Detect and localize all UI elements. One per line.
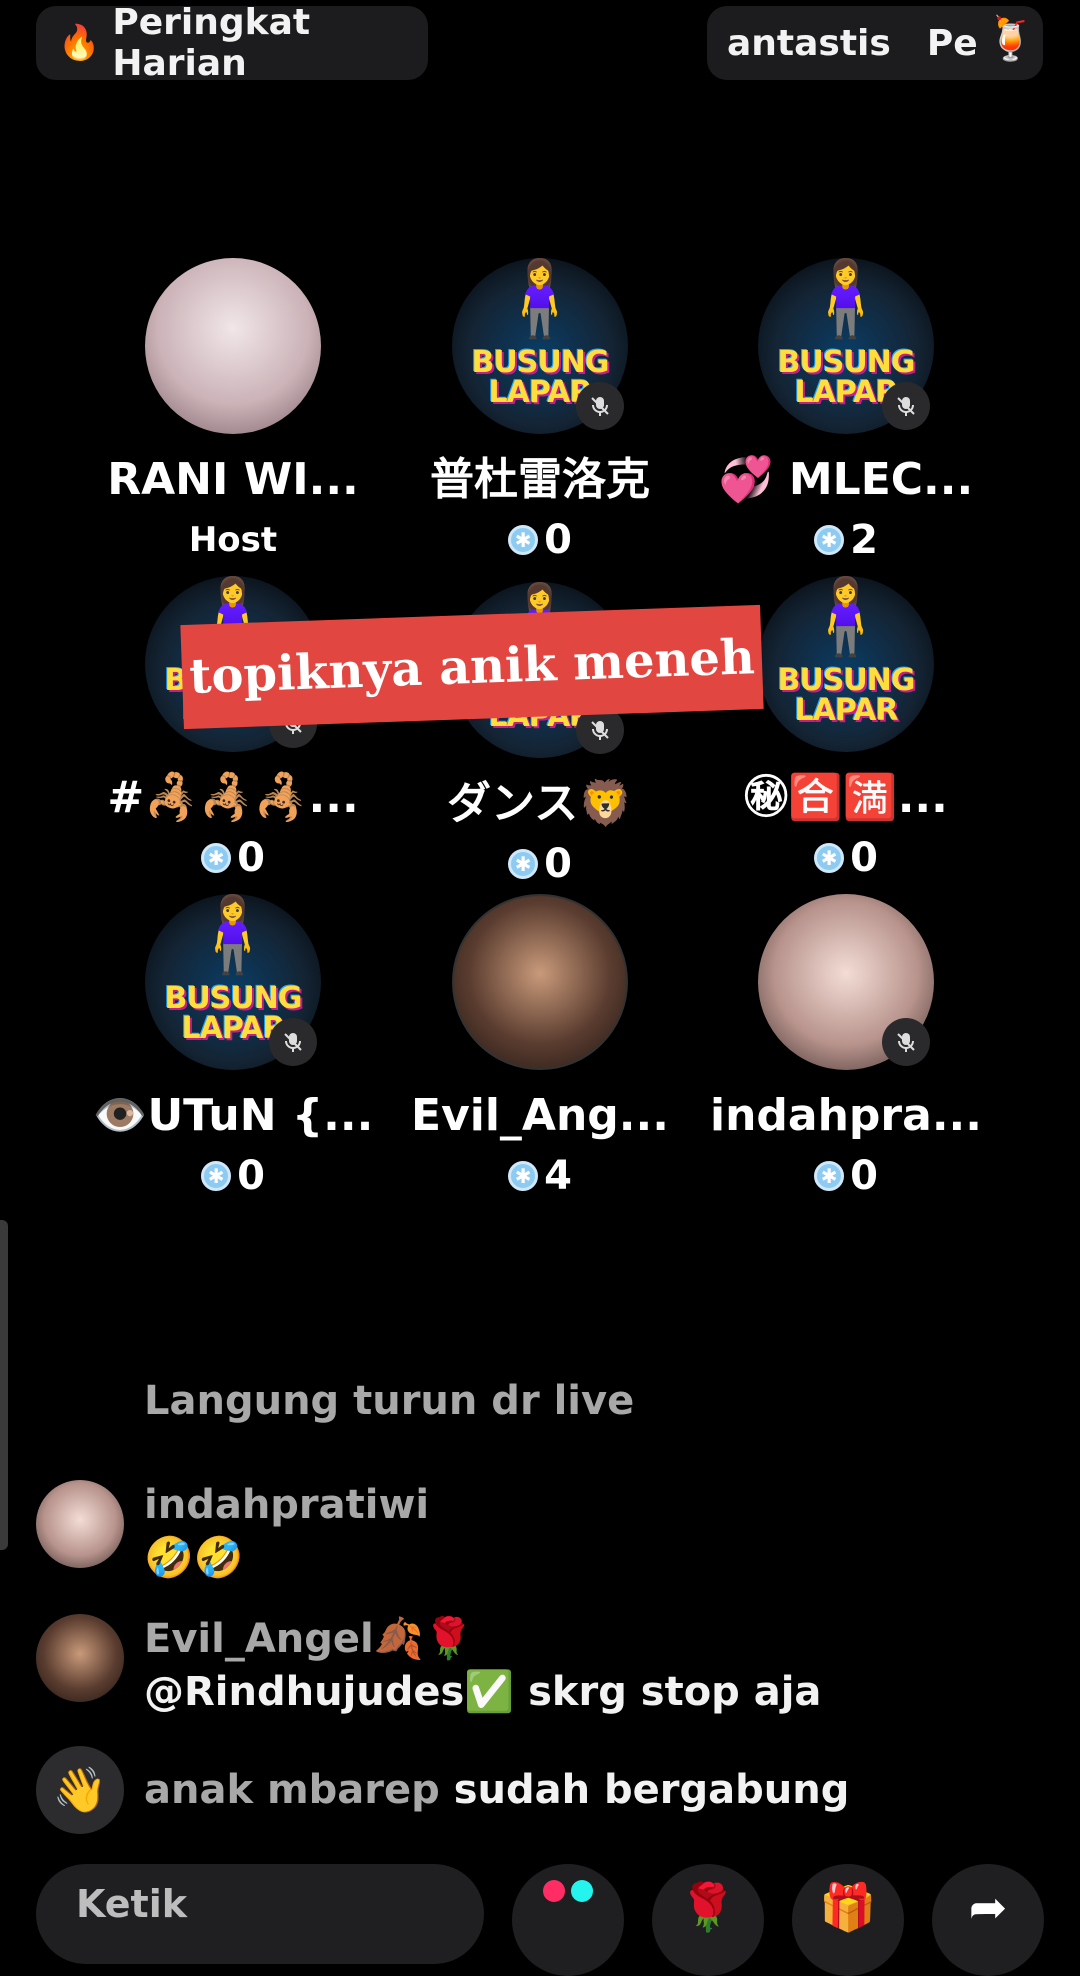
gift-count: ✱ 0 bbox=[686, 834, 1006, 882]
cartoon-girl-icon: 🧍‍♀️ bbox=[493, 256, 587, 342]
diamond-icon: ✱ bbox=[508, 849, 539, 879]
side-drawer-handle[interactable] bbox=[0, 1220, 8, 1550]
drink-icon: 🍹 bbox=[984, 14, 1037, 63]
cartoon-girl-icon: 🧍‍♀️ bbox=[186, 892, 280, 978]
chat-avatar[interactable] bbox=[36, 1480, 124, 1568]
cartoon-girl-icon: 🧍‍♀️ bbox=[799, 256, 893, 342]
join-username[interactable]: anak mbarep bbox=[144, 1767, 440, 1813]
share-button[interactable]: ➦ bbox=[932, 1864, 1044, 1976]
seat-name: indahpra... bbox=[710, 1090, 982, 1141]
seat-9[interactable]: indahpra... ✱ 0 bbox=[686, 894, 1006, 1200]
ticker-text-1: antastis bbox=[727, 22, 891, 64]
gift-icon: 🎁 bbox=[819, 1880, 877, 1934]
seat-host[interactable]: RANI WI... Host bbox=[73, 258, 393, 564]
diamond-icon: ✱ bbox=[814, 1161, 845, 1191]
seat-name: Evil_Ang... bbox=[411, 1090, 669, 1141]
chat-message[interactable]: indahpratiwi 🤣🤣 bbox=[36, 1480, 1044, 1586]
mic-muted-icon bbox=[882, 382, 930, 430]
rose-gift-button[interactable]: 🌹 bbox=[652, 1864, 764, 1976]
seat-name: #🦂🦂🦂... bbox=[107, 772, 359, 823]
seat-3[interactable]: 🧍‍♀️ BUSUNG LAPAR 💞 MLEC... ✱ 2 bbox=[686, 258, 1006, 564]
events-ticker[interactable]: antastis Pe 🍹 bbox=[707, 6, 1043, 80]
gift-count: ✱ 0 bbox=[73, 1152, 393, 1200]
diamond-icon: ✱ bbox=[814, 843, 845, 873]
gift-count: ✱ 0 bbox=[380, 840, 700, 888]
seat-name: 💞 MLEC... bbox=[718, 454, 974, 505]
guest-avatar: 🧍‍♀️ BUSUNGLAPAR bbox=[452, 258, 628, 434]
seat-name: 普杜雷洛克 bbox=[430, 454, 650, 505]
gift-count: ✱ 4 bbox=[380, 1152, 700, 1200]
seat-7[interactable]: 🧍‍♀️ BUSUNG LAPAR 👁️UTuN {... ✱ 0 bbox=[73, 894, 393, 1200]
cartoon-girl-icon: 🧍‍♀️ bbox=[799, 574, 893, 660]
diamond-icon: ✱ bbox=[814, 525, 845, 555]
chat-text: @Rindhujudes✅ skrg stop aja bbox=[144, 1669, 822, 1715]
guest-avatar: 🧍‍♀️ BUSUNGLAPAR bbox=[758, 576, 934, 752]
gift-count: ✱ 2 bbox=[686, 516, 1006, 564]
seat-name: ㊙🈴🈵... bbox=[744, 772, 948, 823]
guest-avatar: 🧍‍♀️ BUSUNGLAPAR bbox=[145, 894, 321, 1070]
chat-username[interactable]: Evil_Angel🍂🌹 bbox=[144, 1614, 821, 1664]
fire-icon: 🔥 bbox=[58, 23, 101, 63]
ticker-text-2: Pe bbox=[926, 22, 978, 64]
diamond-icon: ✱ bbox=[201, 1161, 232, 1191]
seat-2[interactable]: 🧍‍♀️ BUSUNG LAPAR 普杜雷洛克 ✱ 0 bbox=[380, 258, 700, 564]
host-badge: Host bbox=[188, 520, 278, 560]
busung-lapar-logo: BUSUNGLAPAR bbox=[777, 663, 916, 728]
diamond-icon: ✱ bbox=[201, 843, 232, 873]
comment-input[interactable]: Ketik bbox=[36, 1864, 484, 1964]
guest-avatar: 🧍‍♀️ BUSUNGLAPAR bbox=[758, 258, 934, 434]
join-text: sudah bergabung bbox=[453, 1767, 850, 1813]
seat-name: ダンス🦁 bbox=[447, 778, 633, 829]
topic-banner: topiknya anik meneh bbox=[180, 604, 764, 730]
bottom-bar: Ketik 🌹 🎁 ➦ bbox=[0, 1864, 1080, 1976]
chat-username[interactable]: indahpratiwi bbox=[144, 1480, 429, 1530]
chat-text: 🤣🤣 bbox=[144, 1535, 244, 1581]
daily-ranking-label: Peringkat Harian bbox=[112, 2, 311, 84]
share-arrow-icon: ➦ bbox=[968, 1880, 1008, 1934]
guest-avatar bbox=[758, 894, 934, 1070]
chat-message[interactable]: Evil_Angel🍂🌹 @Rindhujudes✅ skrg stop aja bbox=[36, 1614, 1044, 1720]
comment-placeholder: Ketik bbox=[76, 1882, 188, 1926]
gift-button[interactable]: 🎁 bbox=[792, 1864, 904, 1976]
seat-name: 👁️UTuN {... bbox=[92, 1090, 374, 1141]
seat-name: RANI WI... bbox=[107, 454, 359, 505]
diamond-icon: ✱ bbox=[508, 1161, 539, 1191]
mic-muted-icon bbox=[269, 1018, 317, 1066]
host-avatar bbox=[145, 258, 321, 434]
dots-icon bbox=[543, 1880, 593, 1976]
gift-count: ✱ 0 bbox=[380, 516, 700, 564]
daily-ranking-button[interactable]: 🔥 Peringkat Harian bbox=[36, 2, 428, 84]
chat-partial-message: Langung turun dr live bbox=[144, 1378, 635, 1424]
guest-avatar bbox=[452, 894, 628, 1070]
mic-muted-icon bbox=[882, 1018, 930, 1066]
diamond-icon: ✱ bbox=[508, 525, 539, 555]
mic-muted-icon bbox=[576, 382, 624, 430]
effects-button[interactable] bbox=[512, 1864, 624, 1976]
rose-icon: 🌹 bbox=[679, 1880, 737, 1934]
chat-avatar[interactable] bbox=[36, 1614, 124, 1702]
seat-8[interactable]: Evil_Ang... ✱ 4 bbox=[380, 894, 700, 1200]
wave-icon[interactable]: 👋 bbox=[36, 1746, 124, 1834]
join-notice: 👋 anak mbarep sudah bergabung bbox=[36, 1746, 1044, 1834]
gift-count: ✱ 0 bbox=[686, 1152, 1006, 1200]
gift-count: ✱ 0 bbox=[73, 834, 393, 882]
